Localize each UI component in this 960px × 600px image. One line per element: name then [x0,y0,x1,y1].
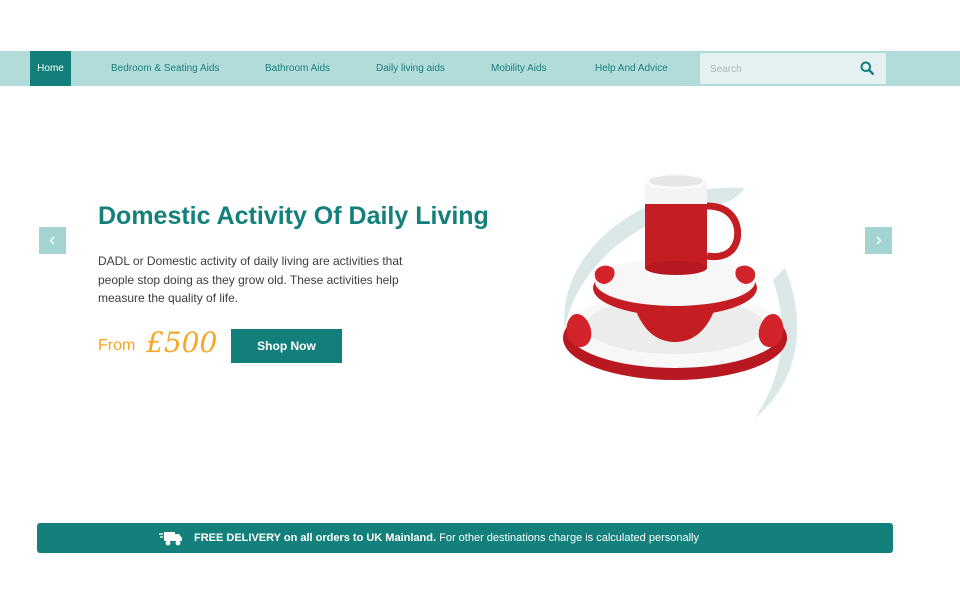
carousel-next-button[interactable] [865,227,892,254]
delivery-message: FREE DELIVERY on all orders to UK Mainla… [194,523,699,553]
nav-mobility-aids[interactable]: Mobility Aids [491,51,547,86]
delivery-rest-text: For other destinations charge is calcula… [436,532,699,544]
chevron-right-icon [876,236,882,245]
hero-description: DADL or Domestic activity of daily livin… [98,254,403,305]
free-delivery-banner: FREE DELIVERY on all orders to UK Mainla… [37,523,893,553]
hero-title: Domestic Activity Of Daily Living [98,202,489,230]
search-box [700,53,886,86]
mug-and-plate-product-image [563,174,798,418]
nav-help-and-advice[interactable]: Help And Advice [595,51,668,86]
price-prefix: From [98,337,136,354]
nav-bedroom-seating-aids[interactable]: Bedroom & Seating Aids [111,51,219,86]
chevron-left-icon [49,236,55,245]
search-input[interactable] [708,53,852,86]
delivery-bold-text: FREE DELIVERY on all orders to UK Mainla… [194,532,437,544]
shop-now-button[interactable]: Shop Now [231,329,342,363]
nav-home[interactable]: Home [30,51,71,86]
price-value: £500 [146,326,218,359]
carousel-prev-button[interactable] [39,227,66,254]
nav-daily-living-aids[interactable]: Daily living aids [376,51,445,86]
delivery-truck-icon [159,532,182,546]
nav-bathroom-aids[interactable]: Bathroom Aids [265,51,330,86]
search-icon[interactable] [860,61,874,75]
